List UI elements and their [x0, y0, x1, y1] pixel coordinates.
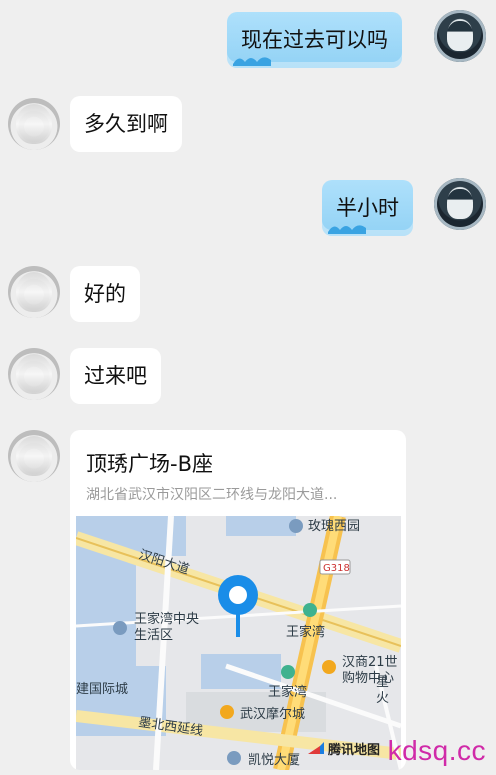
- self-avatar[interactable]: [434, 10, 486, 62]
- map-label: 建国际城: [76, 682, 128, 697]
- wave-decoration-icon: [233, 57, 271, 66]
- message-text: 半小时: [336, 196, 399, 220]
- map-label: 王家湾中央: [134, 611, 199, 627]
- map-label: 汉商21世: [342, 655, 398, 670]
- watermark: kdsq.cc: [387, 735, 486, 766]
- shopping-icon: [322, 660, 336, 674]
- map-label: 王家湾: [268, 684, 307, 700]
- map-label: 武汉摩尔城: [240, 706, 305, 722]
- location-map[interactable]: G318 玫瑰西园 汉阳大道 王家湾中央 生活区 王家湾 汉商21世 购物中心 …: [76, 516, 401, 770]
- message-text: 好的: [84, 282, 126, 306]
- shopping-icon: [220, 705, 234, 719]
- map-label: 火: [376, 691, 389, 706]
- contact-avatar[interactable]: [8, 98, 60, 150]
- message-text: 多久到啊: [84, 112, 168, 136]
- map-label: 王家湾: [286, 624, 325, 640]
- map-brand: 腾讯地图: [327, 742, 380, 758]
- wave-decoration-icon: [328, 225, 366, 234]
- location-message-card[interactable]: 顶琇广场-B座 湖北省武汉市汉阳区二环线与龙阳大道... G318 玫瑰西园 汉…: [70, 430, 406, 770]
- self-avatar[interactable]: [434, 178, 486, 230]
- message-bubble-other[interactable]: 好的: [70, 266, 140, 322]
- contact-avatar[interactable]: [8, 348, 60, 400]
- message-bubble-other[interactable]: 多久到啊: [70, 96, 182, 152]
- message-bubble-self[interactable]: 现在过去可以吗: [227, 12, 402, 68]
- message-text: 过来吧: [84, 364, 147, 388]
- message-text: 现在过去可以吗: [241, 28, 388, 52]
- location-address: 湖北省武汉市汉阳区二环线与龙阳大道...: [86, 487, 338, 503]
- metro-icon: [281, 665, 295, 679]
- map-label: 生活区: [134, 628, 173, 643]
- map-label: 凯悦大厦: [248, 753, 300, 768]
- map-label: 星: [376, 675, 389, 690]
- metro-icon: [303, 603, 317, 617]
- location-title: 顶琇广场-B座: [86, 452, 213, 476]
- poi-icon: [113, 621, 127, 635]
- contact-avatar[interactable]: [8, 430, 60, 482]
- message-bubble-self[interactable]: 半小时: [322, 180, 413, 236]
- poi-icon: [227, 751, 241, 765]
- road-shield-label: G318: [323, 563, 350, 574]
- contact-avatar[interactable]: [8, 266, 60, 318]
- message-bubble-other[interactable]: 过来吧: [70, 348, 161, 404]
- map-label: 玫瑰西园: [308, 518, 360, 534]
- poi-icon: [289, 519, 303, 533]
